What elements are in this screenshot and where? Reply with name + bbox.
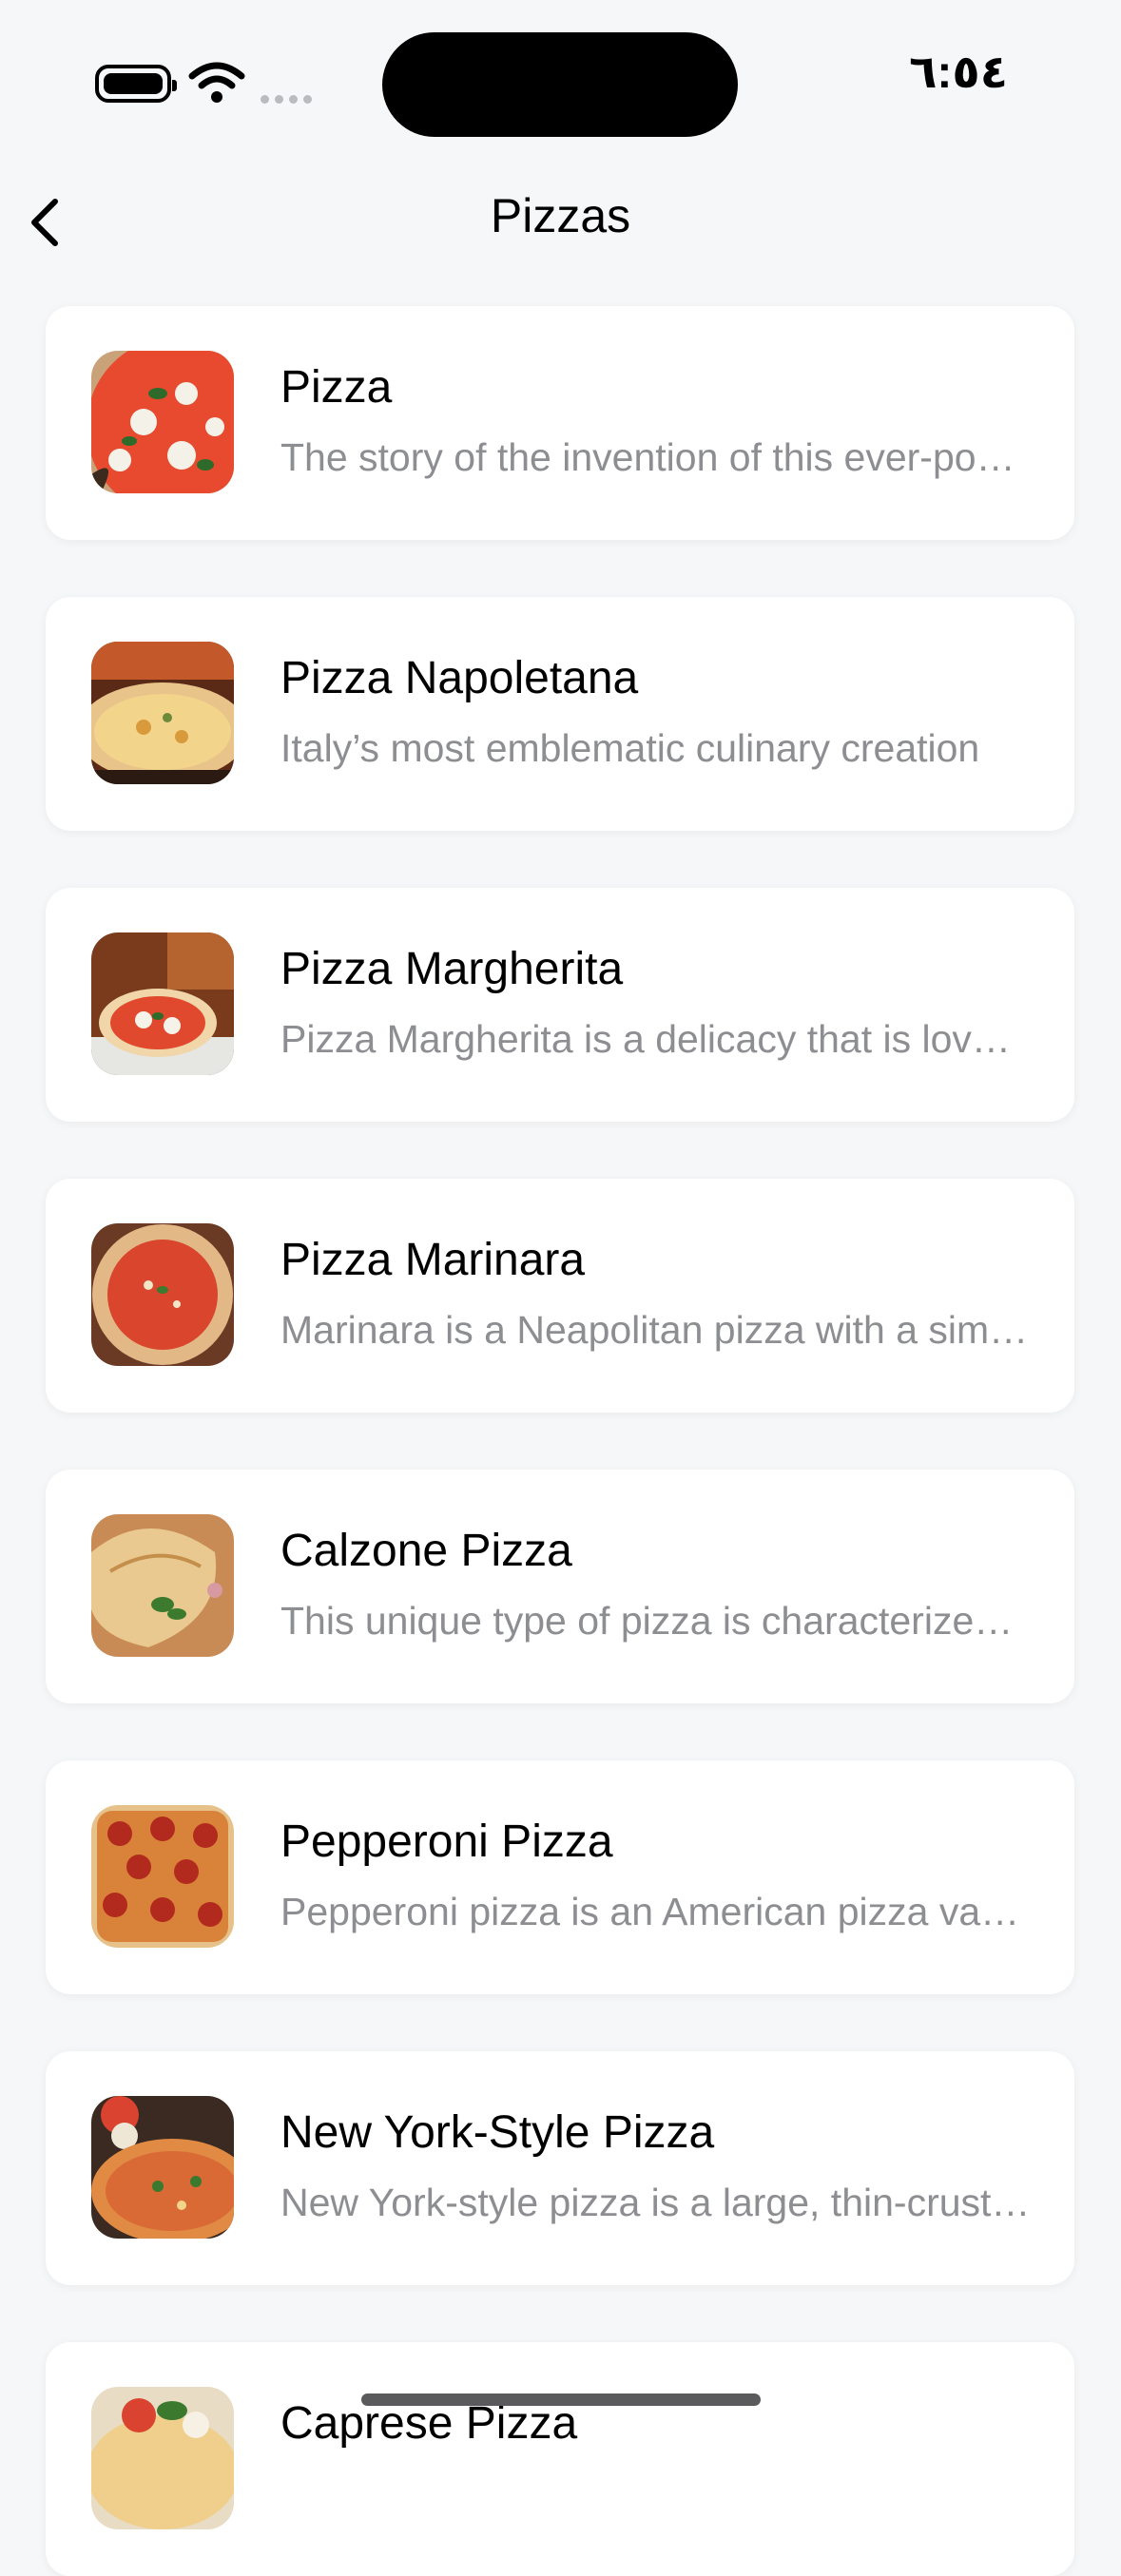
item-description: Marinara is a Neapolitan pizza with a si… bbox=[280, 1308, 1032, 1352]
item-title: New York-Style Pizza bbox=[280, 2107, 715, 2158]
pepperoni-pizza-thumbnail bbox=[91, 1805, 234, 1948]
navigation-bar: Pizzas bbox=[0, 171, 1121, 285]
list-item-pizza[interactable]: Pizza The story of the invention of this… bbox=[46, 306, 1074, 540]
wifi-icon bbox=[188, 62, 245, 103]
item-description: New York-style pizza is a large, thin-cr… bbox=[280, 2181, 1032, 2224]
item-title: Pizza Margherita bbox=[280, 944, 624, 994]
calzone-pizza-thumbnail bbox=[91, 1514, 234, 1657]
list-item-pepperoni-pizza[interactable]: Pepperoni Pizza Pepperoni pizza is an Am… bbox=[46, 1760, 1074, 1994]
item-title: Calzone Pizza bbox=[280, 1526, 572, 1576]
item-title: Pizza Marinara bbox=[280, 1235, 586, 1285]
pizza-marinara-thumbnail bbox=[91, 1223, 234, 1366]
item-title: Pizza Napoletana bbox=[280, 653, 639, 703]
pizza-napoletana-thumbnail bbox=[91, 642, 234, 784]
dynamic-island bbox=[382, 32, 738, 137]
home-indicator[interactable] bbox=[361, 2393, 761, 2406]
new-york-style-pizza-thumbnail bbox=[91, 2096, 234, 2239]
list-item-caprese-pizza[interactable]: Caprese Pizza bbox=[46, 2342, 1074, 2576]
item-title: Pepperoni Pizza bbox=[280, 1817, 613, 1867]
list-item-new-york-style-pizza[interactable]: New York-Style Pizza New York-style pizz… bbox=[46, 2051, 1074, 2285]
item-description: This unique type of pizza is characteriz… bbox=[280, 1599, 1032, 1643]
item-description: Italy’s most emblematic culinary creatio… bbox=[280, 726, 980, 770]
list-item-pizza-margherita[interactable]: Pizza Margherita Pizza Margherita is a d… bbox=[46, 888, 1074, 1122]
list-item-pizza-marinara[interactable]: Pizza Marinara Marinara is a Neapolitan … bbox=[46, 1179, 1074, 1413]
page-title: Pizzas bbox=[490, 189, 631, 242]
pizza-thumbnail bbox=[91, 351, 234, 493]
list-item-calzone-pizza[interactable]: Calzone Pizza This unique type of pizza … bbox=[46, 1470, 1074, 1703]
item-title: Pizza bbox=[280, 362, 393, 413]
caprese-pizza-thumbnail bbox=[91, 2387, 234, 2529]
item-description: The story of the invention of this ever-… bbox=[280, 435, 1032, 479]
signal-icon bbox=[261, 91, 318, 108]
item-description: Pizza Margherita is a delicacy that is l… bbox=[280, 1017, 1032, 1061]
item-description: Pepperoni pizza is an American pizza var… bbox=[280, 1890, 1032, 1933]
status-bar: ٦:٥٤ bbox=[0, 0, 1121, 171]
pizza-margherita-thumbnail bbox=[91, 932, 234, 1075]
battery-icon bbox=[95, 65, 177, 103]
status-time: ٦:٥٤ bbox=[909, 48, 1008, 98]
list-item-pizza-napoletana[interactable]: Pizza Napoletana Italy’s most emblematic… bbox=[46, 597, 1074, 831]
